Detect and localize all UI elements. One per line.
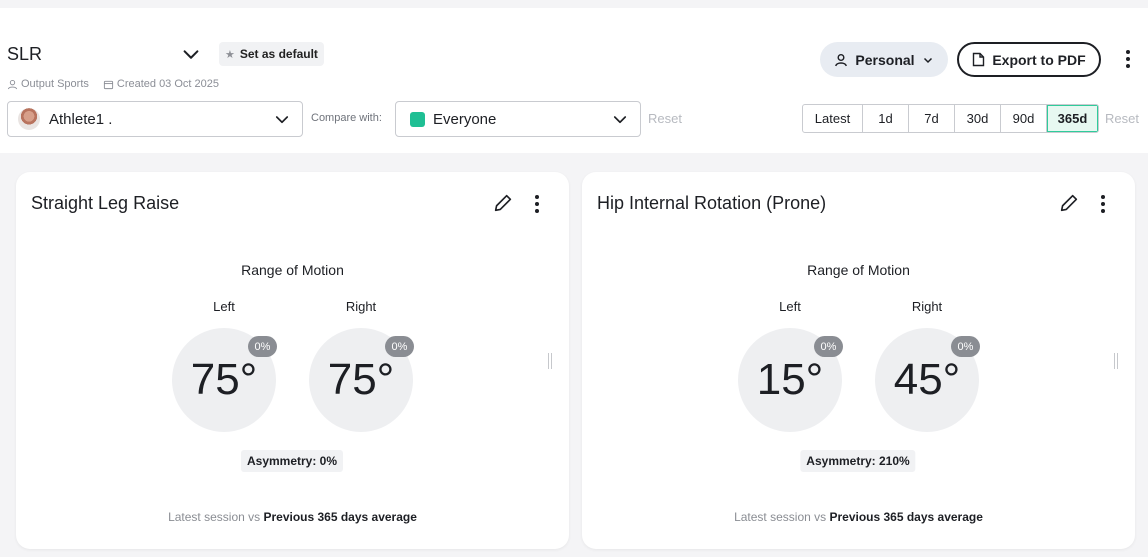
card-more-icon[interactable] — [529, 192, 545, 216]
chevron-down-icon — [613, 116, 627, 124]
left-label: Left — [779, 299, 801, 314]
report-title: SLR — [7, 44, 43, 64]
asymmetry-badge: Asymmetry: 0% — [240, 450, 344, 472]
comparison-note: Latest session vs Previous 365 days aver… — [168, 510, 417, 524]
created-date: Created 03 Oct 2025 — [116, 78, 219, 90]
chevron-down-icon — [275, 116, 289, 124]
set-default-button[interactable]: ★ Set as default — [219, 42, 324, 66]
time-option-90d[interactable]: 90d — [1001, 105, 1047, 132]
time-range-selector: Latest 1d 7d 30d 90d 365d — [802, 104, 1099, 133]
compare-value: Everyone — [433, 110, 497, 128]
user-icon — [835, 53, 848, 66]
right-label: Right — [911, 299, 943, 314]
left-change-badge: 0% — [248, 336, 277, 357]
comparison-note: Latest session vs Previous 365 days aver… — [734, 510, 983, 524]
chevron-down-icon[interactable] — [180, 44, 202, 66]
top-strip — [0, 0, 1148, 8]
more-options-icon[interactable] — [1120, 46, 1136, 72]
metric-label: Range of Motion — [241, 262, 344, 278]
org-name: Output Sports — [21, 78, 89, 90]
calendar-icon — [103, 80, 113, 89]
avatar — [18, 108, 40, 130]
asymmetry-badge: Asymmetry: 210% — [800, 450, 916, 472]
star-icon: ★ — [225, 48, 235, 61]
reset-time-link[interactable]: Reset — [1105, 111, 1139, 126]
set-default-label: Set as default — [239, 47, 318, 61]
resize-handle-icon[interactable] — [548, 353, 556, 369]
metric-card: Hip Internal Rotation (Prone) Range of M… — [582, 172, 1135, 549]
resize-handle-icon[interactable] — [1114, 353, 1122, 369]
org-meta: Output Sports — [7, 78, 89, 90]
time-option-1d[interactable]: 1d — [863, 105, 909, 132]
compare-label: Compare with: — [311, 112, 382, 124]
left-label: Left — [213, 299, 235, 314]
chevron-down-icon — [923, 57, 932, 63]
personal-dropdown[interactable]: Personal — [820, 42, 948, 77]
card-title: Straight Leg Raise — [31, 193, 180, 213]
compare-select[interactable]: Everyone — [395, 101, 641, 137]
pencil-icon[interactable] — [492, 192, 514, 214]
right-change-badge: 0% — [951, 336, 980, 357]
personal-label: Personal — [855, 51, 915, 68]
card-title: Hip Internal Rotation (Prone) — [597, 193, 827, 213]
reset-compare-link[interactable]: Reset — [648, 111, 682, 126]
time-option-7d[interactable]: 7d — [909, 105, 955, 132]
metric-label: Range of Motion — [807, 262, 910, 278]
time-option-30d[interactable]: 30d — [955, 105, 1001, 132]
athlete-name: Athlete1 . — [49, 110, 113, 128]
pencil-icon[interactable] — [1058, 192, 1080, 214]
left-change-badge: 0% — [814, 336, 843, 357]
athlete-select[interactable]: Athlete1 . — [7, 101, 303, 137]
report-meta: Output Sports Created 03 Oct 2025 — [7, 78, 219, 90]
right-label: Right — [345, 299, 377, 314]
time-option-latest[interactable]: Latest — [803, 105, 863, 132]
document-icon — [973, 52, 985, 67]
metric-card: Straight Leg Raise Range of Motion Left … — [16, 172, 569, 549]
right-change-badge: 0% — [385, 336, 414, 357]
card-more-icon[interactable] — [1095, 192, 1111, 216]
export-pdf-button[interactable]: Export to PDF — [957, 42, 1101, 77]
export-label: Export to PDF — [992, 51, 1086, 68]
group-color-swatch — [410, 111, 425, 127]
user-icon — [7, 79, 18, 89]
created-meta: Created 03 Oct 2025 — [103, 78, 219, 90]
time-option-365d[interactable]: 365d — [1047, 105, 1098, 132]
